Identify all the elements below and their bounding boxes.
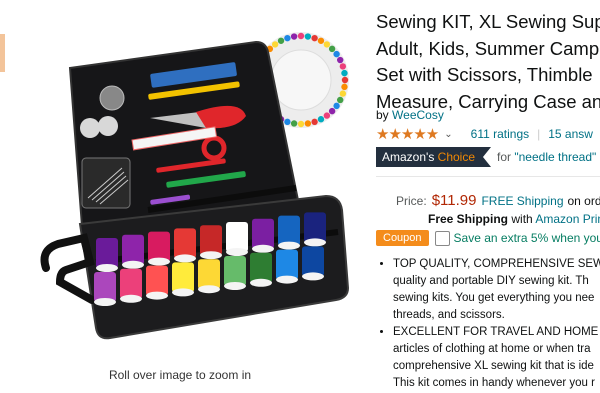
price-row: Price: $11.99 FREE Shipping on orde	[396, 192, 600, 209]
byline: by WeeCosy	[376, 108, 444, 122]
title-line: Adult, Kids, Summer Camp	[376, 37, 600, 59]
choice-for: for "needle thread"	[497, 150, 596, 164]
choice-word2: Choice	[437, 150, 476, 164]
bullet-continuation: quality and portable DIY sewing kit. Th	[393, 275, 589, 287]
free-shipping-link[interactable]: FREE Shipping	[481, 194, 563, 208]
price-value: $11.99	[431, 192, 477, 209]
title-line: Sewing KIT, XL Sewing Sup	[376, 11, 600, 32]
ratings-link[interactable]: 611 ratings	[471, 127, 529, 141]
product-info: Sewing KIT, XL Sewing Sup Adult, Kids, S…	[376, 0, 600, 393]
coupon-badge: Coupon	[376, 230, 429, 246]
feature-bullets: TOP QUALITY, COMPREHENSIVE SEWIN quality…	[376, 256, 600, 392]
with-label: with	[511, 212, 533, 226]
bullet-continuation: articles of clothing at home or when tra	[393, 343, 591, 355]
divider: |	[537, 127, 541, 141]
on-order-text: on orde	[567, 194, 600, 208]
shipping-row: Free Shipping with Amazon Prin	[428, 212, 600, 226]
bullet-continuation: threads, and scissors.	[393, 309, 505, 321]
coupon-text[interactable]: Save an extra 5% when you a	[454, 231, 600, 245]
gallery-thumbnail-edge[interactable]	[0, 34, 5, 72]
amazons-choice-badge: Amazon's Choice	[376, 147, 492, 167]
prime-link[interactable]: Amazon Prin	[535, 212, 600, 226]
coupon-checkbox[interactable]	[434, 230, 450, 246]
brand-link[interactable]: WeeCosy	[392, 108, 444, 122]
product-title: Sewing KIT, XL Sewing Sup Adult, Kids, S…	[376, 9, 600, 115]
bullet-item: EXCELLENT FOR TRAVEL AND HOME U	[393, 324, 600, 341]
coupon-row: Coupon Save an extra 5% when you a	[376, 230, 600, 246]
bullet-continuation: This kit comes in handy whenever you r	[393, 377, 595, 389]
product-image-panel[interactable]: Roll over image to zoom in	[0, 0, 372, 393]
star-rating-icon[interactable]: ★★★★★	[376, 125, 439, 143]
main-product-image[interactable]	[0, 0, 372, 393]
title-line: Set with Scissors, Thimble	[376, 64, 593, 85]
answers-link[interactable]: 15 answ	[548, 127, 593, 141]
bullet-continuation: sewing kits. You get everything you nee	[393, 292, 595, 304]
zoom-hint: Roll over image to zoom in	[108, 368, 252, 382]
choice-query-link[interactable]: "needle thread"	[514, 150, 596, 164]
choice-row: Amazon's Choice for "needle thread"	[376, 147, 596, 167]
bullet-item: TOP QUALITY, COMPREHENSIVE SEWIN	[393, 256, 600, 273]
price-label: Price:	[396, 194, 427, 208]
free-shipping-bold: Free Shipping	[428, 212, 509, 226]
choice-word1: Amazon's	[382, 150, 435, 164]
bullet-continuation: comprehensive XL sewing kit that is ide	[393, 360, 594, 372]
by-label: by	[376, 108, 389, 122]
for-label: for	[497, 150, 512, 164]
divider	[376, 176, 600, 177]
chevron-down-icon[interactable]: ⌄	[444, 129, 452, 140]
rating-row: ★★★★★ ⌄ 611 ratings | 15 answ	[376, 125, 593, 143]
